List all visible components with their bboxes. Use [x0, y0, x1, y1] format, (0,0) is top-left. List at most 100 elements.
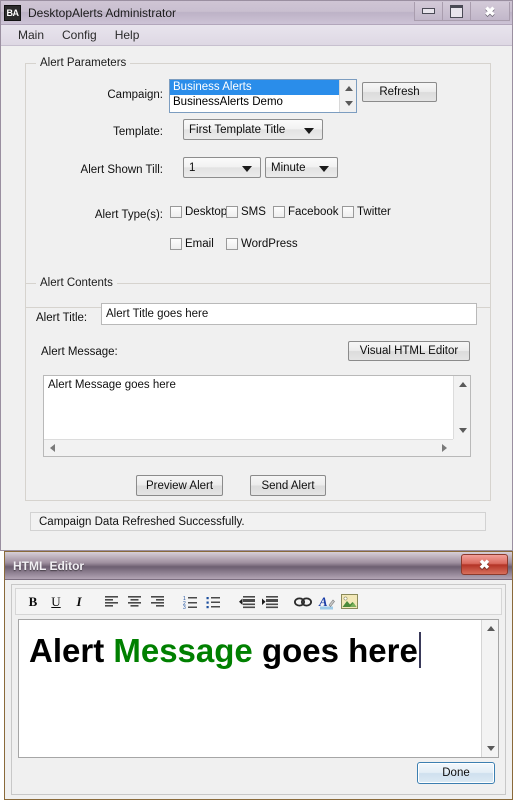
outdent-icon[interactable] — [236, 591, 258, 612]
status-bar: Campaign Data Refreshed Successfully. — [30, 512, 486, 531]
checkbox-desktop[interactable]: Desktop — [170, 206, 227, 218]
chevron-up-icon — [486, 626, 495, 631]
chevron-down-icon — [242, 165, 252, 172]
font-color-icon[interactable]: A — [315, 591, 337, 612]
menu-item-config[interactable]: Config — [53, 26, 106, 44]
alert-types-label: Alert Type(s): — [94, 209, 163, 221]
chevron-left-icon — [50, 444, 55, 452]
scroll-up-button[interactable] — [482, 620, 498, 637]
alert-title-input[interactable]: Alert Title goes here — [101, 303, 477, 325]
link-icon[interactable] — [292, 591, 314, 612]
scroll-down-button[interactable] — [482, 740, 498, 757]
minimize-icon — [422, 8, 435, 14]
menu-item-main[interactable]: Main — [9, 26, 53, 44]
chevron-down-icon — [344, 101, 353, 106]
alert-message-vscrollbar[interactable] — [453, 376, 470, 439]
html-editor-vscrollbar[interactable] — [481, 620, 498, 757]
scroll-left-button[interactable] — [44, 440, 61, 457]
html-editor-dialog: HTML Editor ✖ B U I 1 2 3 A Alert Messag… — [4, 551, 513, 800]
html-editor-footer: Done — [12, 758, 505, 794]
html-editor-close-button[interactable]: ✖ — [461, 554, 508, 575]
close-icon: ✖ — [484, 3, 496, 19]
send-alert-button[interactable]: Send Alert — [250, 475, 326, 496]
numbered-list-icon[interactable]: 1 2 3 — [180, 591, 202, 612]
html-editor-body: B U I 1 2 3 A Alert Message goes here Do… — [11, 584, 506, 795]
checkbox-facebook-label: Facebook — [288, 206, 339, 218]
scroll-right-button[interactable] — [436, 440, 453, 457]
window-controls: ✖ — [414, 2, 510, 21]
align-left-icon[interactable] — [101, 591, 123, 612]
alert-duration-unit-select[interactable]: Minute — [265, 157, 338, 178]
checkbox-desktop-box[interactable] — [170, 206, 182, 218]
indent-icon[interactable] — [259, 591, 281, 612]
alert-message-hscrollbar[interactable] — [44, 439, 453, 456]
main-titlebar: BA DesktopAlerts Administrator ✖ — [1, 1, 512, 25]
alert-message-value: Alert Message goes here — [48, 379, 176, 391]
chevron-up-icon — [458, 382, 467, 387]
close-button[interactable]: ✖ — [470, 2, 510, 21]
minimize-button[interactable] — [414, 2, 443, 21]
scroll-up-button[interactable] — [454, 376, 470, 393]
alert-duration-unit-value: Minute — [271, 161, 306, 174]
main-window: BA DesktopAlerts Administrator ✖ Main Co… — [0, 0, 513, 551]
alert-title-value: Alert Title goes here — [106, 308, 209, 320]
visual-html-editor-button[interactable]: Visual HTML Editor — [348, 341, 470, 361]
chevron-down-icon — [458, 428, 467, 433]
chevron-down-icon — [486, 746, 495, 751]
alert-duration-value-select[interactable]: 1 — [183, 157, 261, 178]
checkbox-email-box[interactable] — [170, 238, 182, 250]
bold-icon[interactable]: B — [22, 591, 44, 612]
checkbox-wordpress-box[interactable] — [226, 238, 238, 250]
checkbox-wordpress[interactable]: WordPress — [226, 238, 298, 250]
html-editor-title: HTML Editor — [13, 558, 85, 573]
checkbox-facebook[interactable]: Facebook — [273, 206, 339, 218]
checkbox-sms[interactable]: SMS — [226, 206, 266, 218]
close-icon: ✖ — [479, 556, 490, 572]
menu-item-help[interactable]: Help — [106, 26, 149, 44]
scrollbar-corner — [453, 439, 470, 456]
checkbox-desktop-label: Desktop — [185, 206, 228, 218]
menubar: Main Config Help — [1, 25, 512, 46]
align-center-icon[interactable] — [124, 591, 146, 612]
campaign-listbox[interactable]: Business Alerts BusinessAlerts Demo — [169, 79, 357, 113]
campaign-listbox-scrollbar[interactable] — [339, 80, 356, 112]
html-editor-canvas[interactable]: Alert Message goes here — [18, 619, 499, 758]
main-client-area: Alert Parameters Campaign: Business Aler… — [1, 46, 512, 550]
checkbox-twitter[interactable]: Twitter — [342, 206, 391, 218]
underline-glyph: U — [51, 594, 61, 609]
scroll-down-button[interactable] — [340, 95, 356, 112]
checkbox-sms-label: SMS — [241, 206, 266, 218]
italic-icon[interactable]: I — [68, 591, 90, 612]
svg-text:3: 3 — [183, 605, 186, 609]
done-button[interactable]: Done — [417, 762, 495, 784]
template-select-value: First Template Title — [189, 123, 286, 136]
campaign-listbox-items: Business Alerts BusinessAlerts Demo — [170, 80, 339, 112]
list-item[interactable]: BusinessAlerts Demo — [170, 95, 339, 110]
bulleted-list-icon[interactable] — [203, 591, 225, 612]
scroll-down-button[interactable] — [454, 422, 470, 439]
bold-glyph: B — [28, 594, 38, 609]
alert-message-textarea[interactable]: Alert Message goes here — [43, 375, 471, 457]
checkbox-sms-box[interactable] — [226, 206, 238, 218]
checkbox-twitter-box[interactable] — [342, 206, 354, 218]
insert-image-icon[interactable] — [338, 591, 360, 612]
checkbox-twitter-label: Twitter — [357, 206, 391, 218]
refresh-button[interactable]: Refresh — [362, 82, 437, 102]
chevron-right-icon — [442, 444, 447, 452]
alert-duration-value: 1 — [189, 161, 196, 174]
list-item[interactable]: Business Alerts — [170, 80, 339, 95]
content-segment-2-green: Message — [113, 632, 253, 669]
checkbox-facebook-box[interactable] — [273, 206, 285, 218]
preview-alert-button[interactable]: Preview Alert — [136, 475, 223, 496]
underline-icon[interactable]: U — [45, 591, 67, 612]
text-caret — [418, 632, 421, 668]
html-editor-content[interactable]: Alert Message goes here — [19, 620, 481, 757]
maximize-button[interactable] — [442, 2, 471, 21]
chevron-down-icon — [304, 127, 314, 134]
html-editor-toolbar: B U I 1 2 3 A — [15, 588, 502, 615]
checkbox-email[interactable]: Email — [170, 238, 214, 250]
campaign-label: Campaign: — [107, 89, 163, 101]
align-right-icon[interactable] — [147, 591, 169, 612]
template-select[interactable]: First Template Title — [183, 119, 323, 140]
chevron-up-icon — [344, 86, 353, 91]
